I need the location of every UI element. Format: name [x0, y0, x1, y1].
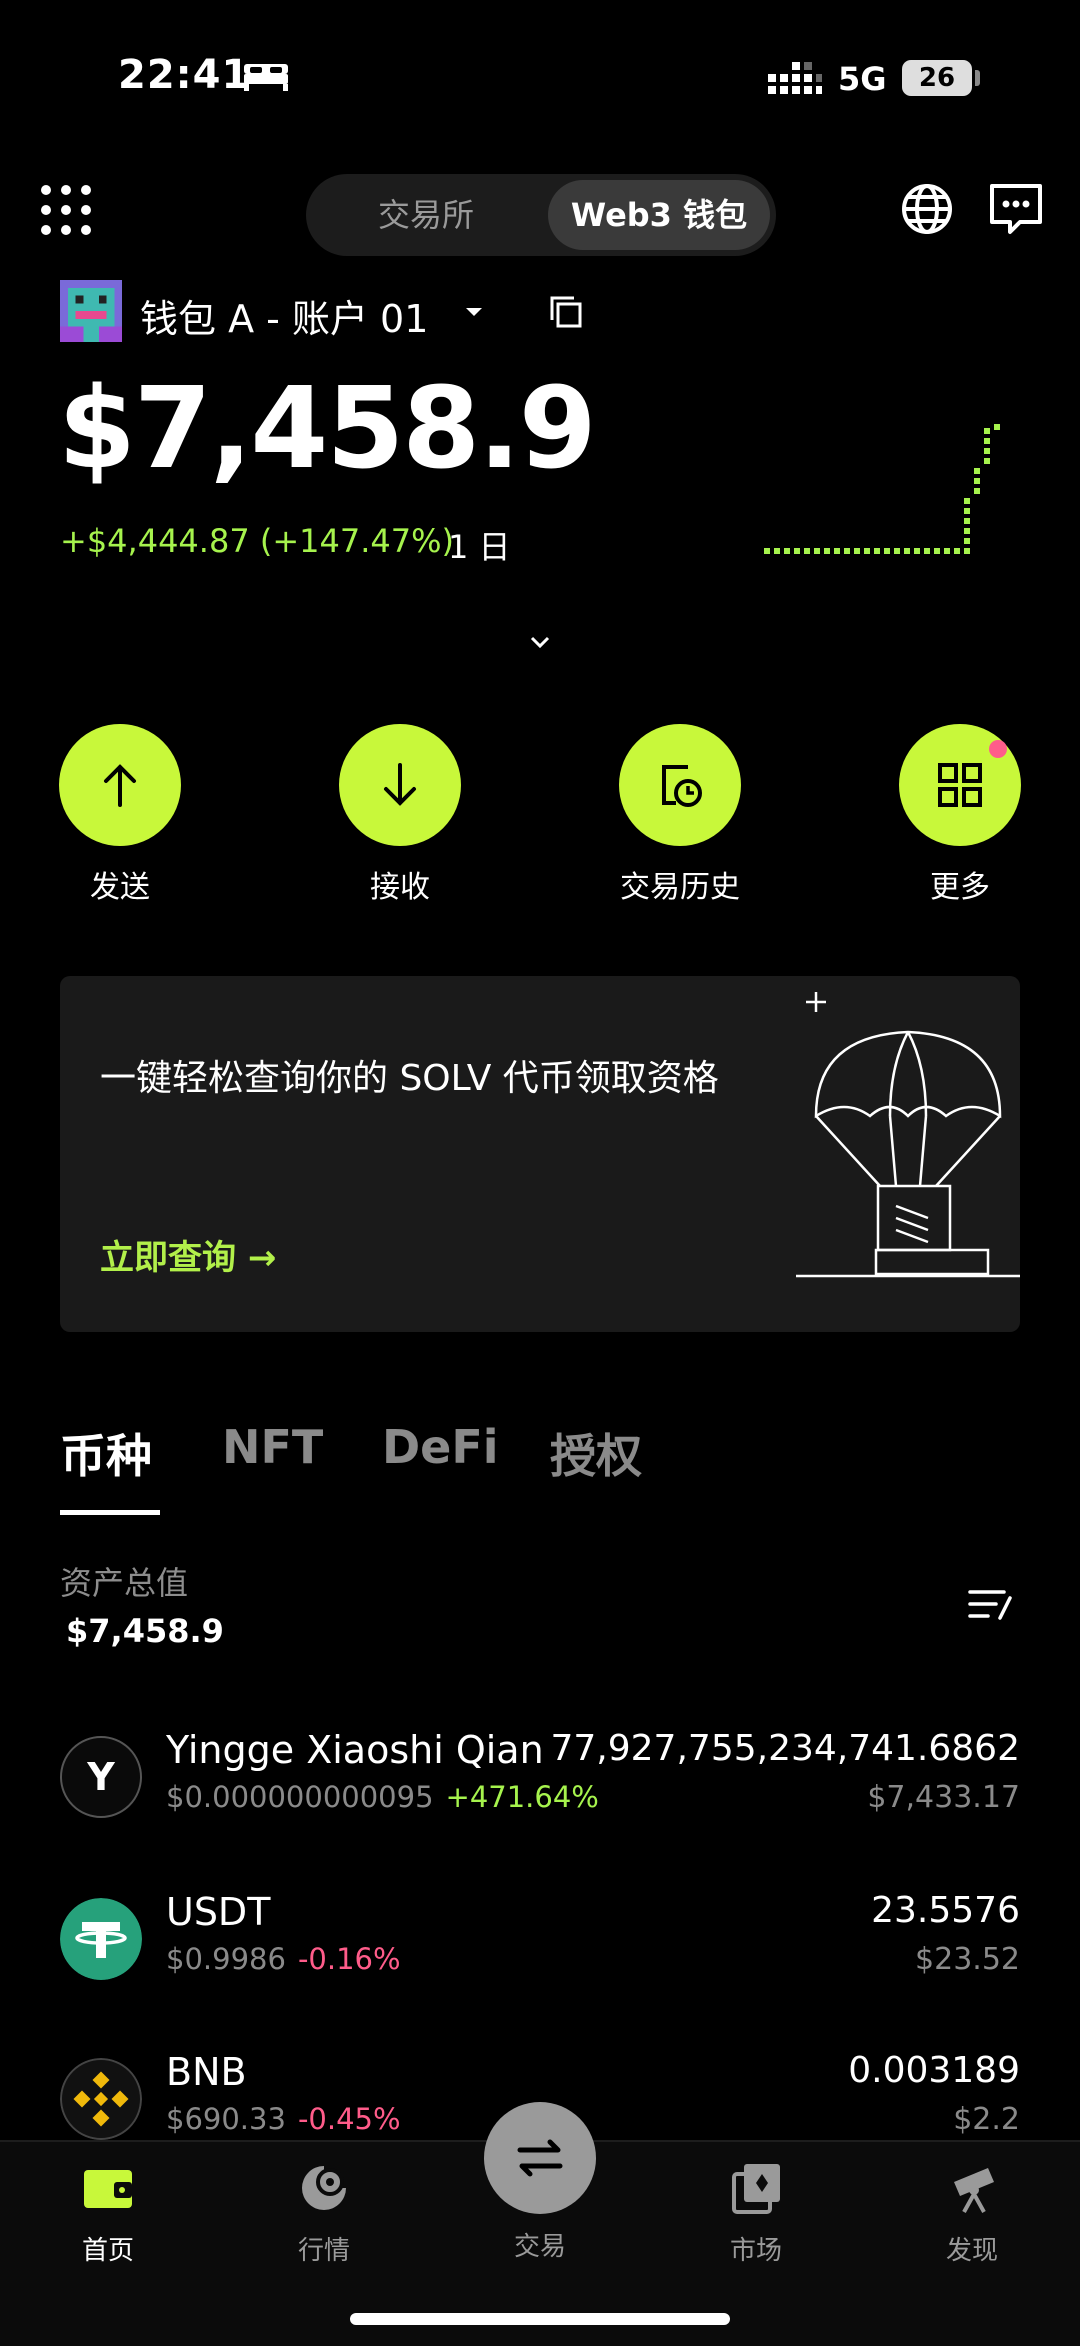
active-tab-indicator — [60, 1510, 160, 1515]
token-value: $23.52 — [915, 1942, 1020, 1977]
history-label: 交易历史 — [620, 870, 740, 905]
token-price: $0.9986 -0.16% — [166, 1942, 401, 1976]
tab-tokens[interactable]: 币种 — [60, 1420, 152, 1486]
promo-banner[interactable]: 一键轻松查询你的 SOLV 代币领取资格 立即查询 → — [60, 976, 1020, 1332]
nav-discover-label: 发现 — [945, 2236, 998, 2266]
token-name: Yingge Xiaoshi Qian — [166, 1728, 544, 1772]
balance-sparkline — [764, 424, 1000, 554]
token-value: $7,433.17 — [867, 1780, 1020, 1815]
receive-action[interactable]: 接收 — [320, 724, 480, 906]
banner-link[interactable]: 立即查询 → — [100, 1230, 276, 1279]
change-period[interactable]: 1 日 — [448, 522, 511, 568]
more-label: 更多 — [930, 870, 990, 905]
token-value: $2.2 — [953, 2102, 1020, 2137]
token-name: USDT — [166, 1890, 271, 1934]
avatar[interactable] — [60, 280, 122, 342]
token-amount: 77,927,755,234,741.6862 — [550, 1728, 1021, 1769]
tab-approvals[interactable]: 授权 — [550, 1420, 642, 1486]
token-change: -0.45% — [297, 2102, 401, 2136]
segment-exchange[interactable]: 交易所 — [312, 180, 540, 250]
token-price-value: $0.000000000095 — [166, 1780, 434, 1814]
token-change: -0.16% — [297, 1942, 401, 1976]
message-icon[interactable] — [988, 182, 1044, 236]
swap-icon — [517, 2139, 563, 2177]
history-icon — [662, 765, 702, 807]
tether-icon — [60, 1898, 142, 1980]
nav-market[interactable]: 行情 — [254, 2160, 394, 2267]
expand-chevron-icon[interactable] — [526, 632, 554, 652]
copy-icon[interactable] — [548, 294, 584, 330]
token-row[interactable]: USDT $0.9986 -0.16% 23.5576 $23.52 — [0, 1890, 1080, 2018]
segment-web3-wallet[interactable]: Web3 钱包 — [548, 180, 770, 250]
token-y-icon: Y — [60, 1736, 142, 1818]
arrow-down-icon — [384, 763, 416, 806]
token-name: BNB — [166, 2050, 247, 2094]
arrow-up-icon — [104, 764, 136, 807]
parachute-airdrop-icon — [796, 992, 1020, 1278]
nav-trade-label: 交易 — [513, 2232, 566, 2262]
token-change: +471.64% — [445, 1780, 599, 1814]
wallet-icon — [84, 2170, 132, 2208]
assets-total-label: 资产总值 — [60, 1564, 189, 1602]
clock: 22:41 — [118, 52, 251, 98]
sleep-mode-icon — [244, 64, 288, 91]
signal-icon — [768, 62, 822, 94]
discover-icon — [954, 2168, 994, 2213]
token-price: $0.000000000095 +471.64% — [166, 1780, 599, 1814]
history-action[interactable]: 交易历史 — [600, 724, 760, 906]
token-price-value: $0.9986 — [166, 1942, 286, 1976]
notification-dot — [989, 740, 1007, 758]
receive-label: 接收 — [370, 870, 430, 905]
battery-cap — [975, 70, 980, 86]
token-price-value: $690.33 — [166, 2102, 286, 2136]
token-amount: 0.003189 — [848, 2050, 1020, 2091]
nav-home[interactable]: 首页 — [38, 2160, 178, 2267]
network-type: 5G — [838, 60, 887, 98]
battery-icon: 26 — [902, 60, 972, 96]
token-amount: 23.5576 — [871, 1890, 1020, 1931]
assets-total-value: $7,458.9 — [66, 1612, 224, 1650]
nav-discover[interactable]: 发现 — [902, 2160, 1042, 2267]
nav-home-label: 首页 — [81, 2236, 134, 2266]
tab-defi[interactable]: DeFi — [382, 1420, 499, 1474]
send-label: 发送 — [90, 870, 150, 905]
receive-button[interactable] — [339, 724, 461, 846]
nav-marketplace-label: 市场 — [729, 2236, 782, 2266]
token-price: $690.33 -0.45% — [166, 2102, 401, 2136]
more-button[interactable] — [899, 724, 1021, 846]
tab-nft[interactable]: NFT — [222, 1420, 323, 1474]
send-action[interactable]: 发送 — [40, 724, 200, 906]
wallet-account-name[interactable]: 钱包 A - 账户 01 — [140, 288, 428, 343]
token-y-letter: Y — [87, 1755, 115, 1799]
send-button[interactable] — [59, 724, 181, 846]
bnb-icon — [60, 2058, 142, 2140]
status-bar: 22:41 5G 26 — [0, 0, 1080, 150]
mode-switch: 交易所 Web3 钱包 — [306, 174, 776, 256]
market-icon — [302, 2166, 346, 2210]
more-action[interactable]: 更多 — [880, 724, 1040, 906]
menu-grid-icon[interactable] — [38, 182, 94, 238]
globe-icon[interactable] — [900, 182, 954, 236]
marketplace-icon — [732, 2164, 780, 2214]
token-row[interactable]: Y Yingge Xiaoshi Qian $0.000000000095 +47… — [0, 1728, 1080, 1856]
total-balance: $7,458.9 — [58, 364, 597, 494]
apps-icon — [938, 763, 982, 807]
nav-marketplace[interactable]: 市场 — [686, 2160, 826, 2267]
trade-button[interactable] — [484, 2102, 596, 2214]
caret-down-icon[interactable] — [462, 296, 486, 326]
home-indicator[interactable] — [350, 2313, 730, 2325]
nav-market-label: 行情 — [297, 2236, 350, 2266]
history-button[interactable] — [619, 724, 741, 846]
balance-change: +$4,444.87 (+147.47%) — [60, 522, 454, 560]
sort-filter-icon[interactable] — [966, 1584, 1014, 1624]
banner-text: 一键轻松查询你的 SOLV 代币领取资格 — [100, 1058, 719, 1099]
